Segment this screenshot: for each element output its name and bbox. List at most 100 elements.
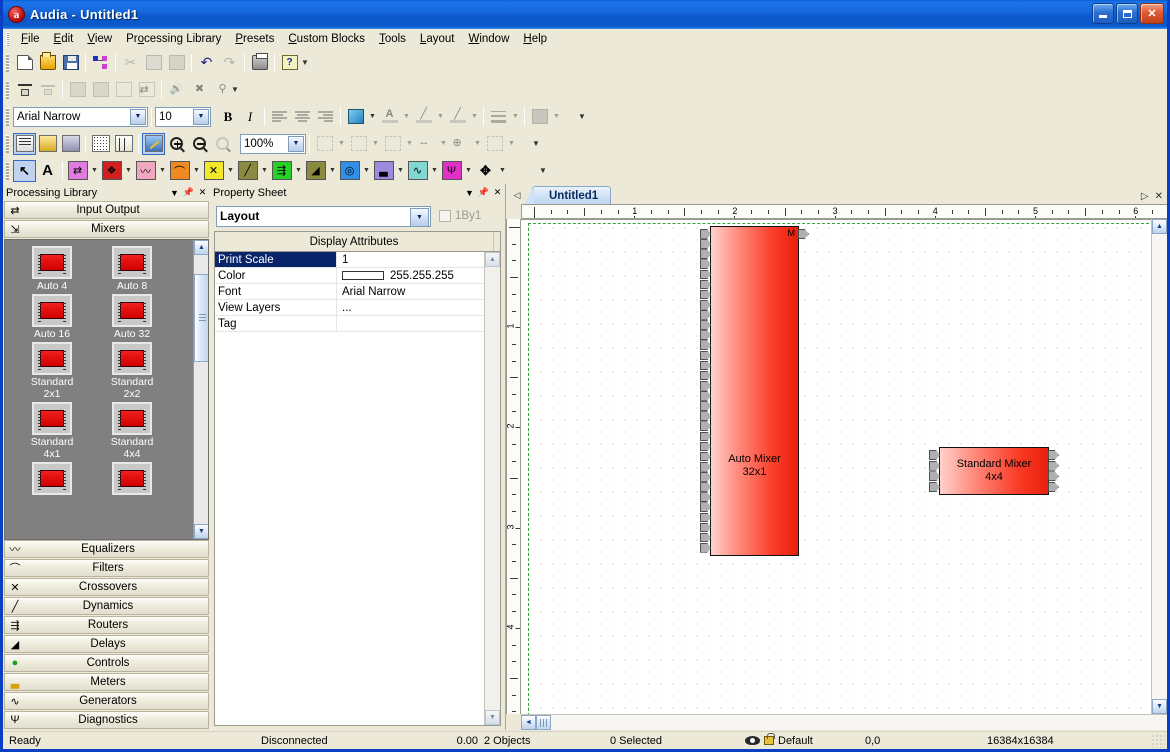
space-objects-dropdown[interactable]: ▼ [438,133,449,155]
input-pin[interactable] [700,269,711,280]
toggle-grid-button[interactable] [89,133,112,155]
generators-tool-button[interactable]: ∿ [406,160,429,182]
tab-display-attributes[interactable]: Display Attributes [215,232,494,251]
menu-chevron-icon[interactable]: ▼ [168,186,181,199]
line-style-button[interactable] [487,106,510,128]
input-pin[interactable] [700,482,711,492]
block-output-pins[interactable] [798,229,809,239]
input-pin[interactable] [700,502,711,513]
library-band-equalizers[interactable]: 〰 Equalizers [4,540,209,558]
input-pin[interactable] [700,259,711,270]
bold-button[interactable]: B [217,106,239,127]
open-document-button[interactable] [36,52,59,74]
menu-edit[interactable]: Edit [47,31,81,47]
input-pin[interactable] [700,279,711,290]
scroll-down-icon[interactable]: ▼ [194,524,208,539]
property-row[interactable]: View Layers... [215,300,500,316]
view-toolbar-overflow[interactable]: ▼ [530,133,542,155]
go-online-button[interactable] [66,79,89,101]
go-offline-button[interactable] [89,79,112,101]
select-tool-button[interactable]: ↖ [13,159,36,182]
input-pin[interactable] [700,411,711,421]
distribute-objects-button[interactable] [347,133,370,155]
input-output-tool-dropdown[interactable]: ▼ [89,160,100,182]
delays-tool-dropdown[interactable]: ▼ [327,160,338,182]
menu-help[interactable]: Help [516,31,554,47]
distribute-objects-dropdown[interactable]: ▼ [370,133,381,155]
pin-icon[interactable]: 📌 [182,186,195,199]
scroll-up-icon[interactable]: ▲ [1152,219,1167,234]
standard-toolbar-grip[interactable] [6,53,9,72]
library-item[interactable] [95,462,169,496]
align-left-button[interactable] [268,106,291,128]
filters-tool-button[interactable]: ⌒ [168,160,191,182]
generators-tool-dropdown[interactable]: ▼ [429,160,440,182]
transfer-button[interactable]: ⇄ [135,79,158,101]
routers-tool-dropdown[interactable]: ▼ [293,160,304,182]
tab-scroll-left-icon[interactable]: ◁ [510,186,524,204]
library-band-crossovers[interactable]: ✕ Crossovers [4,578,209,596]
dynamics-tool-dropdown[interactable]: ▼ [259,160,270,182]
cut-button[interactable]: ✂ [119,52,142,74]
library-scrollbar[interactable]: ▲ ▼ [193,240,208,539]
font-family-combo[interactable]: Arial Narrow ▼ [13,106,148,127]
line-color-button[interactable]: ╱ [412,106,435,128]
properties-sheet-button[interactable] [13,132,36,155]
color-swatch[interactable] [342,271,384,280]
line-style-dropdown[interactable]: ▼ [510,106,521,128]
minimize-button[interactable] [1092,3,1114,24]
size-objects-dropdown[interactable]: ▼ [404,133,415,155]
output-pin[interactable] [798,229,809,239]
text-tool-button[interactable]: A [36,160,59,182]
paste-button[interactable] [165,52,188,74]
align-center-button[interactable] [291,106,314,128]
input-pin[interactable] [929,481,940,492]
pan-tool-button[interactable]: ✥ [474,160,497,182]
input-pin[interactable] [700,441,711,452]
output-pin[interactable] [1048,450,1059,460]
library-band-input-output[interactable]: ⇄ Input Output [4,201,209,219]
center-objects-dropdown[interactable]: ▼ [472,133,483,155]
palette-toolbar-overflow[interactable]: ▼ [537,160,549,182]
menu-window[interactable]: Window [461,31,516,47]
input-pin[interactable] [700,239,711,249]
font-color-button[interactable]: A [378,106,401,128]
font-size-combo[interactable]: 10 ▼ [155,106,211,127]
align-objects-dropdown[interactable]: ▼ [336,133,347,155]
maximize-button[interactable] [1116,3,1138,24]
zoom-out-button[interactable] [188,133,211,155]
diagnostics-tool-button[interactable]: Ψ [440,160,463,182]
delays-tool-button[interactable]: ◢ [304,160,327,182]
library-scroll-thumb[interactable] [194,274,208,362]
font-color-dropdown[interactable]: ▼ [401,106,412,128]
undo-button[interactable]: ↶ [195,52,218,74]
input-pin[interactable] [700,512,711,523]
library-browser-button[interactable] [36,133,59,155]
dynamics-tool-button[interactable]: ╱ [236,160,259,182]
canvas-scroll-thumb[interactable] [536,715,551,730]
property-value-cell[interactable]: 1 [337,252,500,267]
library-item[interactable]: Standard 2x2 [95,342,169,400]
input-pin[interactable] [700,492,711,502]
layout-canvas[interactable]: Auto Mixer 32x1 M Standard Mixer 4x4 [521,219,1167,714]
chevron-down-icon[interactable]: ▼ [410,207,429,227]
upload-config-button[interactable] [36,79,59,101]
shadow-style-dropdown[interactable]: ▼ [551,106,562,128]
input-pin[interactable] [700,421,711,432]
controls-tool-dropdown[interactable]: ▼ [361,160,372,182]
property-row[interactable]: Tag [215,316,500,332]
library-band-mixers[interactable]: ⇲ Mixers [4,220,209,238]
close-icon[interactable]: ✕ [196,186,209,199]
input-pin[interactable] [700,370,711,381]
input-pin[interactable] [700,401,711,411]
property-value-cell[interactable]: ... [337,300,500,315]
input-pin[interactable] [700,299,711,310]
scroll-up-icon[interactable]: ▲ [485,252,500,267]
library-band-controls[interactable]: ● Controls [4,654,209,672]
menu-tools[interactable]: Tools [372,31,413,47]
library-item[interactable] [15,462,89,496]
order-objects-button[interactable] [483,133,506,155]
input-output-tool-button[interactable]: ⇄ [66,160,89,182]
input-pin[interactable] [700,340,711,351]
mute-all-button[interactable]: ✖ [188,79,211,101]
